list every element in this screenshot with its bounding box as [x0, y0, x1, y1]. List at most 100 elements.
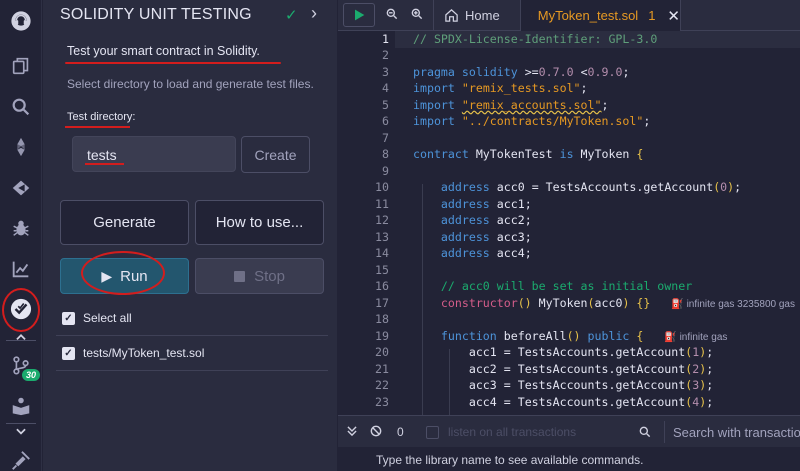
line-number: 14	[375, 246, 389, 260]
line-number: 4	[382, 81, 389, 95]
search-icon[interactable]	[0, 89, 42, 125]
line-number: 20	[375, 345, 389, 359]
line-number: 6	[382, 114, 389, 128]
listen-transactions-label: listen on all transactions	[448, 425, 577, 439]
line-number: 9	[382, 164, 389, 178]
editor-tabs: Home MyToken_test.sol 1 ✕	[338, 0, 800, 31]
close-icon[interactable]: ✕	[667, 7, 680, 25]
code-editor[interactable]: 1 2 3 4 5 6 7 8 9 10 11 12 13 14 15 16 17 18 19 20 21 22 23 //…	[338, 31, 800, 415]
line-number: 22	[375, 378, 389, 392]
play-icon	[355, 9, 365, 21]
intro-text: Test your smart contract in Solidity.	[67, 44, 260, 58]
line-number: 18	[375, 312, 389, 326]
select-all-checkbox[interactable]: ✓	[62, 312, 75, 325]
code-line-16: // acc0 will be set as initial owner	[440, 279, 693, 293]
transaction-search-input[interactable]: Search with transaction ha	[664, 421, 800, 443]
code-line-19: function beforeAll() public { ⛽ infinite…	[440, 329, 728, 343]
home-icon	[445, 9, 458, 22]
line-number: 15	[375, 263, 389, 277]
panel-divider	[56, 335, 328, 336]
test-directory-input[interactable]: tests	[72, 136, 236, 172]
create-button[interactable]: Create	[241, 136, 310, 173]
transaction-search: Search with transaction ha	[638, 421, 800, 443]
remix-logo-icon[interactable]	[0, 2, 42, 40]
code-line-1: // SPDX-License-Identifier: GPL-3.0	[413, 32, 658, 46]
clear-console-icon[interactable]	[369, 424, 383, 443]
stop-button[interactable]: Stop	[195, 258, 324, 294]
code-line-11: address acc1;	[440, 197, 532, 211]
select-all-label: Select all	[83, 311, 132, 325]
solidity-file-icon	[531, 15, 532, 16]
code-line-23: acc4 = TestsAccounts.getAccount(4);	[468, 395, 714, 409]
stop-button-label: Stop	[254, 267, 285, 285]
panel-title: SOLIDITY UNIT TESTING	[60, 6, 252, 23]
generate-button[interactable]: Generate	[60, 200, 189, 245]
tab-home[interactable]: Home	[433, 0, 521, 31]
line-number: 11	[375, 197, 389, 211]
line-number: 17	[375, 296, 389, 310]
terminal[interactable]: Type the library name to see available c…	[338, 447, 800, 471]
chevron-up-icon[interactable]	[0, 330, 42, 344]
line-number: 10	[375, 180, 389, 194]
annotation-underline	[65, 62, 281, 64]
test-file-label: tests/MyToken_test.sol	[83, 346, 205, 360]
chevron-right-icon[interactable]: ›	[311, 3, 317, 24]
line-number: 16	[375, 279, 389, 293]
test-file-checkbox[interactable]: ✓	[62, 347, 75, 360]
code-line-10: address acc0 = TestsAccounts.getAccount(…	[440, 180, 742, 194]
zoom-out-icon[interactable]	[385, 7, 399, 24]
line-number: 23	[375, 395, 389, 409]
solidity-compiler-icon[interactable]	[0, 129, 42, 165]
annotation-underline	[85, 163, 124, 165]
line-number: 7	[382, 131, 389, 145]
code-line-8: contract MyTokenTest is MyToken {	[413, 147, 644, 161]
chevron-down-icon[interactable]	[0, 424, 42, 438]
line-number: 1	[382, 32, 389, 46]
test-directory-label: Test directory:	[67, 111, 136, 123]
code-line-4: import "remix_tests.sol";	[413, 81, 588, 95]
code-line-14: address acc4;	[440, 246, 532, 260]
panel-divider	[56, 370, 328, 371]
code-line-13: address acc3;	[440, 230, 532, 244]
run-script-button[interactable]	[343, 3, 375, 27]
annotation-circle	[2, 288, 40, 332]
unit-testing-panel: SOLIDITY UNIT TESTING ✓ › Test your smar…	[43, 0, 337, 471]
code-line-20: acc1 = TestsAccounts.getAccount(1);	[468, 345, 714, 359]
line-number: 13	[375, 230, 389, 244]
deploy-run-icon[interactable]	[0, 170, 42, 206]
pending-tx-count: 0	[397, 425, 404, 439]
terminal-toolbar: 0 listen on all transactions Search with…	[338, 415, 800, 447]
how-to-use-button[interactable]: How to use...	[195, 200, 324, 245]
line-number: 5	[382, 98, 389, 112]
file-explorer-icon[interactable]	[0, 48, 42, 84]
code-line-12: address acc2;	[440, 213, 532, 227]
line-number: 8	[382, 147, 389, 161]
zoom-in-icon[interactable]	[410, 7, 424, 24]
tab-error-count: 1	[648, 8, 656, 23]
verified-check-icon: ✓	[285, 7, 298, 24]
plugin-manager-icon[interactable]	[0, 442, 42, 471]
gas-estimate-17: ⛽ infinite gas 3235800 gas	[671, 299, 795, 310]
line-number: 3	[382, 65, 389, 79]
tab-mytoken-test[interactable]: MyToken_test.sol 1 ✕	[521, 0, 681, 31]
analytics-icon[interactable]	[0, 251, 42, 287]
code-line-22: acc3 = TestsAccounts.getAccount(3);	[468, 378, 714, 392]
search-icon	[639, 426, 651, 438]
annotation-circle	[81, 251, 165, 295]
code-line-3: pragma solidity >=0.7.0 <0.9.0;	[413, 65, 630, 79]
line-number: 2	[382, 48, 389, 62]
line-number: 19	[375, 329, 389, 343]
description-text: Select directory to load and generate te…	[67, 77, 314, 91]
code-line-21: acc2 = TestsAccounts.getAccount(2);	[468, 362, 714, 376]
terminal-hint: Type the library name to see available c…	[376, 453, 644, 467]
listen-transactions-checkbox[interactable]	[426, 426, 439, 439]
plugin-count-badge: 30	[22, 369, 41, 381]
code-line-6: import "../contracts/MyToken.sol";	[413, 114, 651, 128]
gas-estimate-19: ⛽ infinite gas	[664, 332, 728, 343]
annotation-underline	[65, 126, 130, 128]
collapse-terminal-icon[interactable]	[345, 424, 359, 443]
learneth-icon[interactable]	[0, 388, 42, 424]
icon-rail: 30	[0, 0, 42, 471]
tab-home-label: Home	[465, 8, 500, 23]
debugger-icon[interactable]	[0, 210, 42, 246]
